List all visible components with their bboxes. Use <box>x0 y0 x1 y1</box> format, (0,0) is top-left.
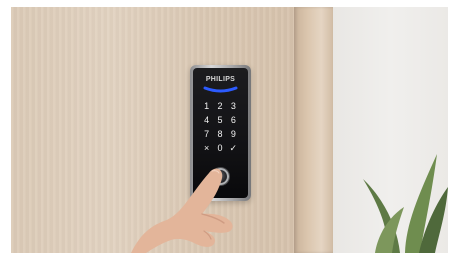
key-5[interactable]: 5 <box>213 115 226 125</box>
clear-key[interactable]: × <box>200 143 213 153</box>
key-0[interactable]: 0 <box>213 143 226 153</box>
confirm-key[interactable]: ✓ <box>227 143 240 153</box>
screenshot-scene: PHILIPS 1 2 3 4 5 6 7 8 9 × 0 ✓ <box>0 0 453 256</box>
key-3[interactable]: 3 <box>227 101 240 111</box>
hand-icon <box>131 168 233 253</box>
photo: PHILIPS 1 2 3 4 5 6 7 8 9 × 0 ✓ <box>11 7 448 253</box>
door-frame <box>294 7 333 253</box>
plant-icon <box>363 154 448 253</box>
brand-logo: PHILIPS <box>205 76 236 83</box>
key-8[interactable]: 8 <box>213 129 226 139</box>
status-light <box>203 86 238 93</box>
key-6[interactable]: 6 <box>227 115 240 125</box>
key-9[interactable]: 9 <box>227 129 240 139</box>
plant-leaf <box>375 207 404 253</box>
key-1[interactable]: 1 <box>200 101 213 111</box>
key-4[interactable]: 4 <box>200 115 213 125</box>
key-2[interactable]: 2 <box>213 101 226 111</box>
key-7[interactable]: 7 <box>200 129 213 139</box>
keypad: 1 2 3 4 5 6 7 8 9 × 0 ✓ <box>200 101 240 153</box>
